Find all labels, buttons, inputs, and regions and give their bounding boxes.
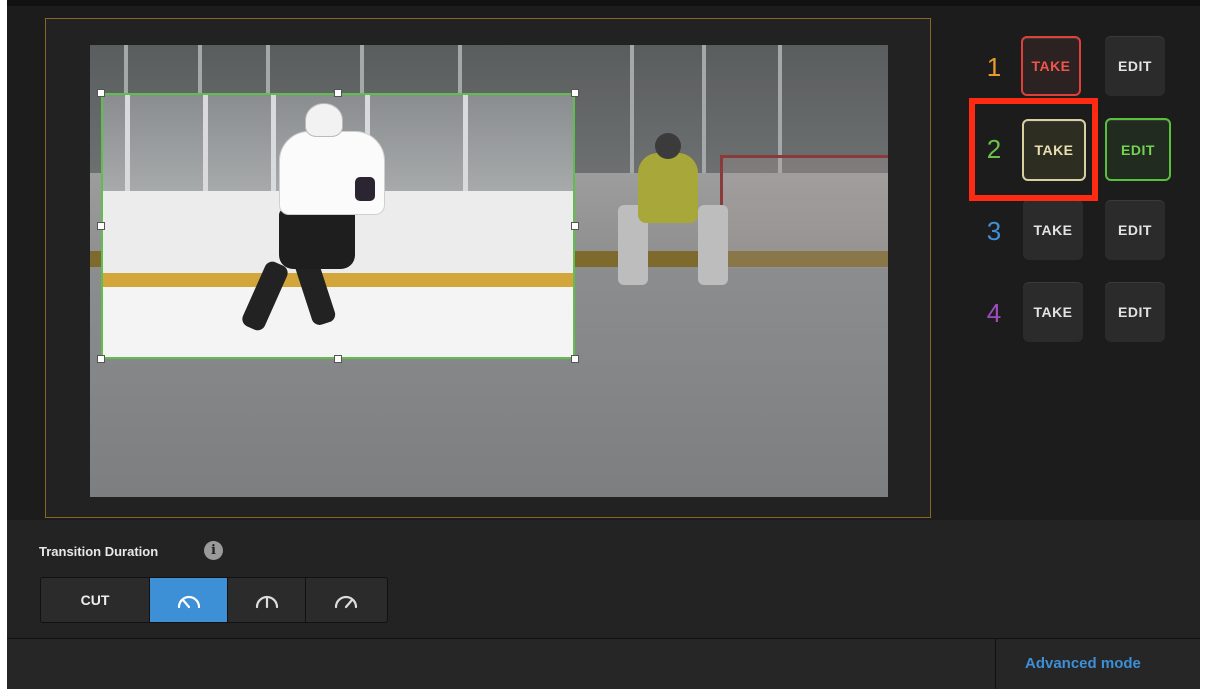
input-number-4: 4 (986, 298, 1002, 328)
glass-post (778, 45, 782, 173)
transition-speed-selector: CUT (40, 577, 388, 623)
switcher-app: 1 TAKE EDIT 2 TAKE EDIT 3 TAKE EDIT 4 TA… (7, 0, 1200, 689)
crop-handle-left[interactable] (97, 222, 105, 230)
glass-post (125, 95, 130, 191)
edit-button-3[interactable]: EDIT (1105, 200, 1165, 260)
speed-slow-button[interactable] (306, 578, 385, 622)
goalie (638, 153, 698, 223)
advanced-mode-link[interactable]: Advanced mode (1025, 655, 1141, 672)
crop-region[interactable] (101, 93, 575, 359)
input-number-3: 3 (986, 216, 1002, 246)
crop-handle-right[interactable] (571, 222, 579, 230)
take-button-1[interactable]: TAKE (1021, 36, 1081, 96)
cut-button[interactable]: CUT (41, 578, 150, 622)
glass-post (630, 45, 634, 173)
player-helmet (305, 103, 343, 137)
hockey-net (720, 155, 888, 268)
crop-handle-bottom[interactable] (334, 355, 342, 363)
top-strip (7, 0, 1200, 6)
crop-handle-bottom-left[interactable] (97, 355, 105, 363)
edit-button-2[interactable]: EDIT (1105, 118, 1171, 181)
crop-stripe (103, 273, 573, 287)
speed-medium-button[interactable] (228, 578, 306, 622)
player-jersey (279, 131, 385, 215)
footer-divider (995, 638, 996, 689)
edit-button-1[interactable]: EDIT (1105, 36, 1165, 96)
footer-bar (7, 638, 1200, 689)
take-button-3[interactable]: TAKE (1023, 200, 1083, 260)
edit-button-4[interactable]: EDIT (1105, 282, 1165, 342)
preview-panel (45, 18, 931, 518)
info-icon[interactable]: i (204, 541, 223, 560)
goalie-pad (698, 205, 728, 285)
take-button-4[interactable]: TAKE (1023, 282, 1083, 342)
transition-duration-label: Transition Duration (39, 544, 159, 559)
crop-handle-top-right[interactable] (571, 89, 579, 97)
goalie-mask (655, 133, 681, 159)
glass-post (203, 95, 208, 191)
crop-handle-bottom-right[interactable] (571, 355, 579, 363)
speed-slow-icon (334, 595, 357, 609)
callout-highlight-box (969, 98, 1098, 201)
glass-post (702, 45, 706, 173)
speed-medium-icon (255, 595, 278, 609)
speed-fast-button[interactable] (150, 578, 228, 622)
crop-handle-top-left[interactable] (97, 89, 105, 97)
player-glove (355, 177, 375, 201)
input-number-1: 1 (986, 52, 1002, 82)
player-pants (279, 209, 355, 269)
speed-fast-icon (177, 595, 200, 609)
glass-post (463, 95, 468, 191)
crop-ice (103, 287, 573, 357)
glass-post (271, 95, 276, 191)
crop-handle-top[interactable] (334, 89, 342, 97)
